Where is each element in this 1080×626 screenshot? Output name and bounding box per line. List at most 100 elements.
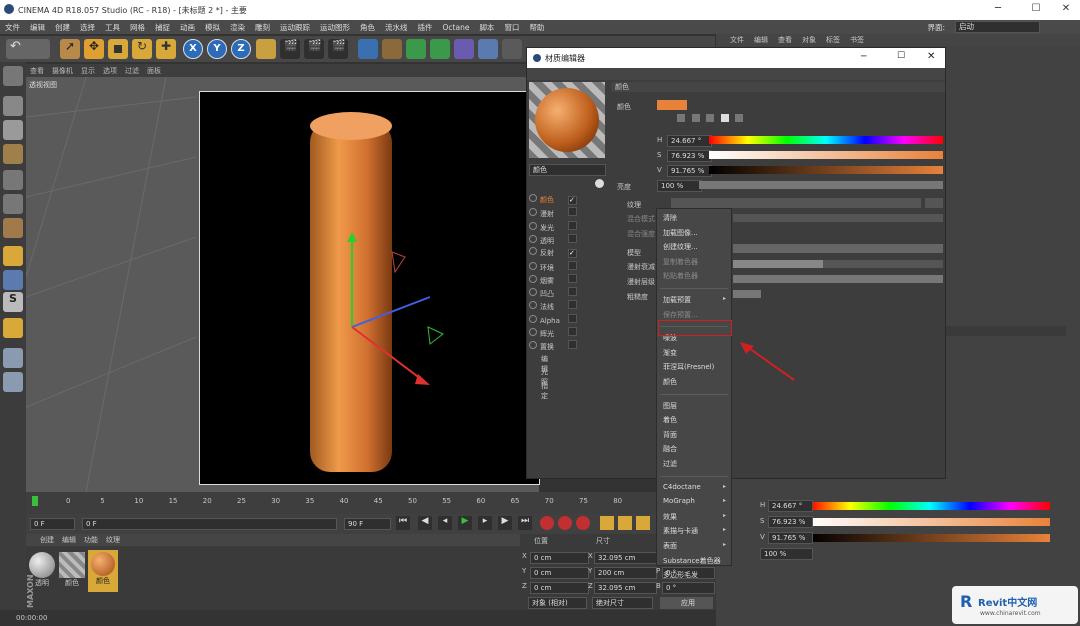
minimize-icon[interactable]: ─ — [861, 52, 866, 62]
channel-checkbox[interactable] — [568, 300, 577, 310]
value-bar[interactable] — [709, 166, 943, 174]
obj-menu-file[interactable]: 文件 — [730, 35, 744, 45]
minimize-icon[interactable]: ─ — [988, 3, 1008, 17]
context-menu-item[interactable]: 素描与卡通 — [663, 526, 698, 536]
context-menu-item[interactable]: Substance着色器 — [663, 556, 721, 566]
menu-simulate[interactable]: 模拟 — [205, 22, 220, 33]
mat-menu-edit[interactable]: 编辑 — [62, 535, 76, 545]
h-field[interactable]: 24.667 ° — [667, 135, 712, 147]
channel-checkbox[interactable] — [568, 287, 577, 297]
menu-motion-tracking[interactable]: 运动跟踪 — [280, 22, 310, 33]
spectrum-icon[interactable] — [691, 114, 700, 122]
channel-checkbox[interactable]: ✓ — [568, 196, 577, 205]
edge-mode-button[interactable] — [3, 194, 23, 214]
attr-saturation-bar[interactable] — [810, 518, 1050, 526]
next-frame-icon[interactable]: ▸ — [478, 516, 492, 530]
menu-tools[interactable]: 工具 — [105, 22, 120, 33]
current-frame-field[interactable]: 0 F — [30, 518, 75, 530]
next-key-icon[interactable]: ▶ — [498, 516, 512, 530]
render-settings-button[interactable]: 🎬 — [328, 39, 348, 59]
channel-checkbox[interactable] — [568, 260, 577, 270]
apply-button[interactable]: 应用 — [660, 597, 713, 609]
key-rotation-icon[interactable] — [636, 516, 650, 530]
attr-v-field[interactable]: 91.765 % — [768, 532, 813, 544]
x-axis-button[interactable]: X — [183, 39, 203, 59]
channel-row[interactable]: Alpha — [529, 313, 605, 326]
context-menu-item[interactable]: 菲涅耳(Fresnel) — [663, 362, 714, 372]
channel-row[interactable]: 反射 ✓ — [529, 247, 605, 259]
menu-window[interactable]: 窗口 — [504, 22, 519, 33]
playhead[interactable] — [32, 496, 38, 506]
brightness-field[interactable]: 100 % — [657, 180, 702, 192]
array-button[interactable] — [430, 39, 450, 59]
size-mode-select[interactable]: 绝对尺寸 — [592, 597, 653, 609]
texture-mode-button[interactable] — [3, 120, 23, 140]
pos-y-field[interactable]: 0 cm — [530, 567, 589, 579]
diffuse-falloff-slider[interactable] — [733, 260, 943, 268]
obj-menu-edit[interactable]: 编辑 — [754, 35, 768, 45]
attr-s-field[interactable]: 76.923 % — [768, 516, 813, 528]
pos-x-field[interactable]: 0 cm — [530, 552, 589, 564]
s-field[interactable]: 76.923 % — [667, 150, 712, 162]
context-menu-item[interactable]: 加载图像... — [663, 228, 698, 238]
context-menu-item[interactable]: 颜色 — [663, 377, 677, 387]
kelvin-icon[interactable] — [735, 114, 744, 122]
obj-menu-bookmarks[interactable]: 书签 — [850, 35, 864, 45]
texture-slot[interactable] — [671, 198, 921, 208]
color-swatch[interactable] — [657, 100, 687, 110]
channel-row[interactable]: 漫射 — [529, 207, 605, 219]
size-x-field[interactable]: 32.095 cm — [594, 552, 657, 564]
menu-file[interactable]: 文件 — [5, 22, 20, 33]
channel-row[interactable]: 颜色 ✓ — [529, 194, 605, 206]
channel-extra[interactable]: 指定 — [541, 381, 548, 401]
cube-button[interactable] — [358, 39, 378, 59]
material-swatch-selected[interactable]: 颜色 — [88, 550, 118, 592]
context-menu-item[interactable]: 表面 — [663, 541, 677, 551]
image-icon[interactable] — [706, 114, 715, 122]
material-preview[interactable] — [529, 82, 605, 158]
maximize-icon[interactable]: ☐ — [1026, 3, 1046, 17]
model-select[interactable] — [733, 244, 943, 253]
magnet-button[interactable] — [3, 318, 23, 338]
attr-h-field[interactable]: 24.667 ° — [768, 500, 813, 512]
polygon-mode-button[interactable] — [3, 218, 23, 238]
hsv-icon[interactable] — [720, 114, 729, 122]
obj-menu-view[interactable]: 查看 — [778, 35, 792, 45]
key-selection-icon[interactable] — [576, 516, 590, 530]
subdivision-button[interactable] — [406, 39, 426, 59]
coord-mode-select[interactable]: 对象 (相对) — [528, 597, 587, 609]
maximize-icon[interactable]: ☐ — [897, 51, 905, 61]
prev-frame-icon[interactable]: ◂ — [438, 516, 452, 530]
size-y-field[interactable]: 200 cm — [594, 567, 657, 579]
channel-row[interactable]: 环境 — [529, 260, 605, 273]
channel-checkbox[interactable] — [568, 327, 577, 336]
lock-workplane-button[interactable] — [3, 372, 23, 392]
menu-plugins[interactable]: 插件 — [418, 22, 433, 33]
select-tool-button[interactable]: ➚ — [60, 39, 80, 59]
record-key-icon[interactable] — [540, 516, 554, 530]
key-scale-icon[interactable] — [618, 516, 632, 530]
menu-edit[interactable]: 编辑 — [30, 22, 45, 33]
v-field[interactable]: 91.765 % — [667, 165, 712, 177]
obj-menu-tags[interactable]: 标签 — [826, 35, 840, 45]
context-menu-item[interactable]: 背面 — [663, 430, 677, 440]
menu-character[interactable]: 角色 — [360, 22, 375, 33]
viewport-menu-display[interactable]: 显示 — [81, 66, 95, 76]
diffuse-level-slider[interactable] — [733, 275, 943, 283]
size-z-field[interactable]: 32.095 cm — [594, 582, 657, 594]
menu-snap[interactable]: 捕捉 — [155, 22, 170, 33]
move-tool-button[interactable]: ✥ — [84, 39, 104, 59]
y-axis-button[interactable]: Y — [207, 39, 227, 59]
rotate-tool-button[interactable]: ↻ — [132, 39, 152, 59]
play-icon[interactable]: ▶ — [458, 516, 472, 530]
menu-help[interactable]: 帮助 — [529, 22, 544, 33]
saturation-bar[interactable] — [709, 151, 943, 159]
grid-button[interactable] — [3, 348, 23, 368]
channel-row[interactable]: 辉光 — [529, 327, 605, 339]
render-view-button[interactable]: 🎬 — [280, 39, 300, 59]
close-icon[interactable]: ✕ — [927, 51, 935, 62]
context-menu-item[interactable]: 着色 — [663, 415, 677, 425]
key-position-icon[interactable] — [600, 516, 614, 530]
context-menu-item[interactable]: 融合 — [663, 444, 677, 454]
menu-create[interactable]: 创建 — [55, 22, 70, 33]
